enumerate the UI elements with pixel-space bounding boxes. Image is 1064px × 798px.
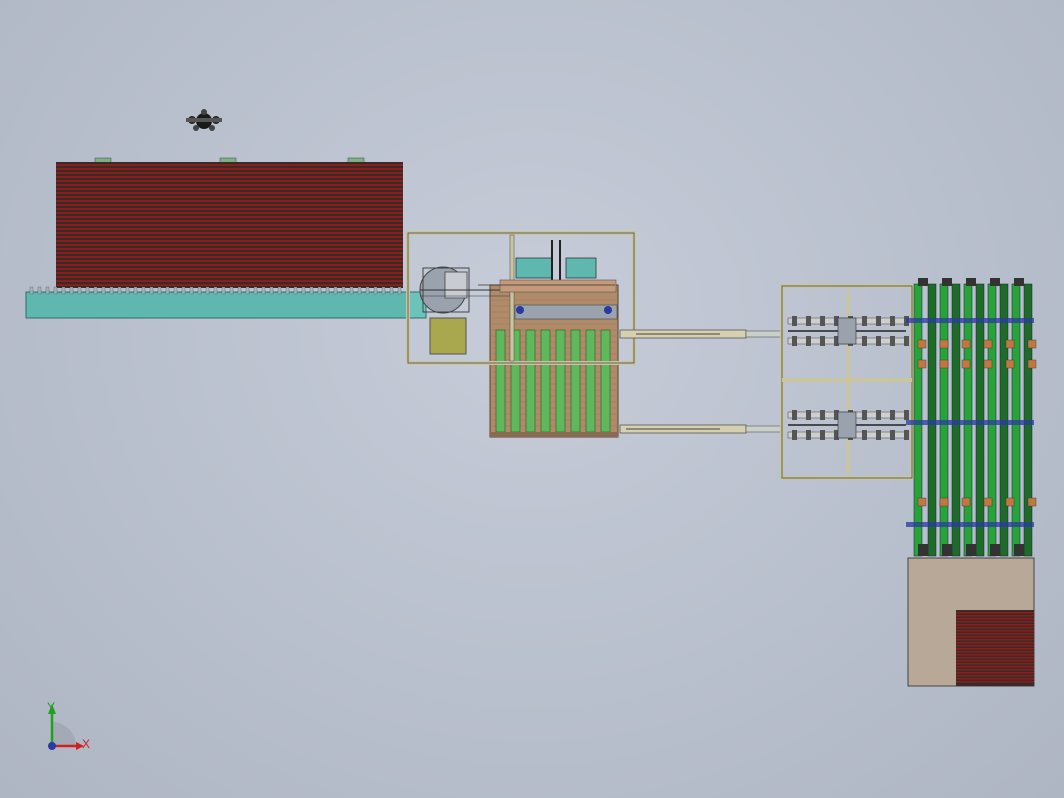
cart-frame[interactable] [780,284,914,480]
robot-gripper[interactable] [186,109,222,131]
y-axis-label: Y [47,700,55,714]
x-axis-label: X [82,737,90,751]
outfeed-stack[interactable] [907,557,1035,687]
vertical-column-rack[interactable] [906,278,1037,557]
coordinate-triad: Y X [47,700,90,751]
transfer-shafts[interactable] [619,329,783,434]
red-sheet-stack[interactable] [56,157,403,288]
infeed-conveyor[interactable] [25,286,427,319]
motor-block [429,317,467,355]
assembly-model[interactable]: Y X [0,0,1064,798]
cad-viewport[interactable]: Y X [0,0,1064,798]
